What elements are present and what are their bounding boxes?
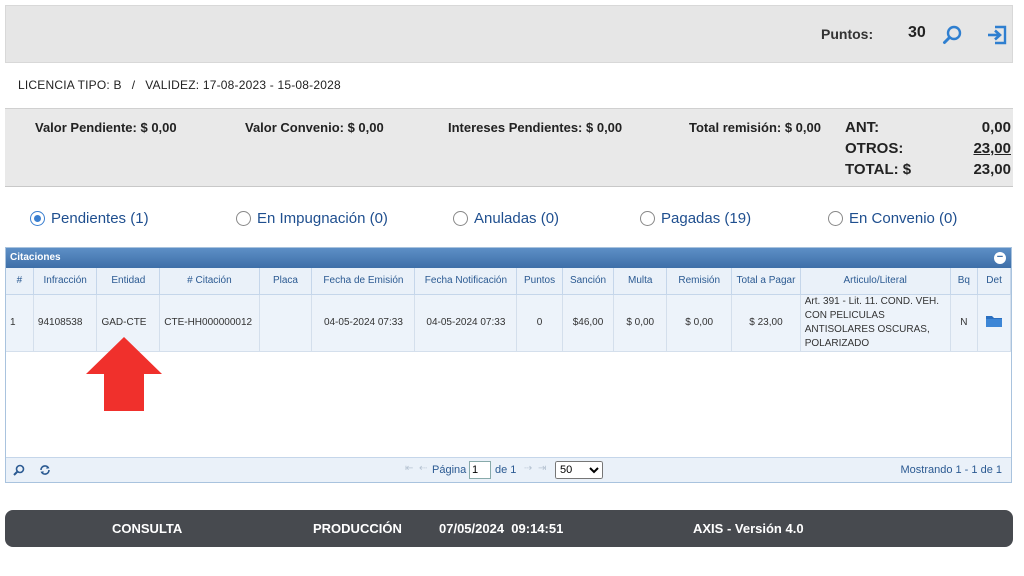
radio-pagadas[interactable]: Pagadas (19) [640, 210, 751, 227]
grid-title: Citaciones [10, 252, 61, 263]
page-of-label: de 1 [495, 464, 517, 476]
total-remision: Total remisión: $ 0,00 [689, 120, 821, 135]
cell-sancion: $46,00 [562, 294, 615, 352]
pagina-label: Página [432, 464, 467, 476]
last-page-icon[interactable]: ⇥ [538, 463, 546, 474]
puntos-label: Puntos: [821, 26, 874, 42]
license-validity: VALIDEZ: 17-08-2023 - 15-08-2028 [145, 78, 341, 92]
grid-pager: ⇤ ⇠ Página de 1 ⇢ ⇥ 50 Mostrando 1 - 1 d… [6, 457, 1011, 482]
cell-bq: N [950, 294, 979, 352]
summary-panel: Valor Pendiente: $ 0,00 Valor Convenio: … [5, 108, 1013, 187]
page-input[interactable] [469, 461, 491, 479]
valor-convenio: Valor Convenio: $ 0,00 [245, 120, 384, 135]
column-header[interactable]: # Citación [159, 268, 260, 295]
folder-icon[interactable] [985, 314, 1003, 331]
radio-icon [453, 211, 468, 226]
top-bar: Puntos: 30 [5, 5, 1013, 63]
column-header[interactable]: Fecha de Emisión [311, 268, 416, 295]
column-header[interactable]: Fecha Notificación [414, 268, 518, 295]
total-row: TOTAL: $ 23,00 [845, 159, 1011, 180]
column-header[interactable]: Total a Pagar [731, 268, 801, 295]
puntos-value: 30 [908, 24, 926, 41]
records-count: Mostrando 1 - 1 de 1 [900, 464, 1002, 476]
radio-impugnacion[interactable]: En Impugnación (0) [236, 210, 388, 227]
radio-icon [236, 211, 251, 226]
column-header[interactable]: Multa [613, 268, 668, 295]
grid-caption: Citaciones − [6, 248, 1011, 268]
ant-row: ANT: 0,00 [845, 117, 1011, 138]
footer-consulta: CONSULTA [112, 521, 183, 536]
radio-icon [640, 211, 655, 226]
search-icon[interactable] [942, 24, 964, 46]
collapse-icon[interactable]: − [994, 252, 1006, 264]
column-header[interactable]: Bq [950, 268, 979, 295]
ant-value: 0,00 [981, 119, 1011, 136]
cell-num: 1 [6, 294, 34, 352]
cell-citacion: CTE-HH000000012 [159, 294, 260, 352]
logout-icon[interactable] [986, 24, 1008, 46]
refresh-icon[interactable] [39, 464, 51, 479]
radio-label: Pagadas (19) [661, 210, 752, 227]
cell-det [977, 294, 1011, 352]
radio-icon [828, 211, 843, 226]
radio-label: En Convenio (0) [849, 210, 958, 227]
license-info: LICENCIA TIPO: B / VALIDEZ: 17-08-2023 - 1… [18, 78, 341, 92]
valor-pendiente: Valor Pendiente: $ 0,00 [35, 120, 177, 135]
footer-datetime: 07/05/2024 09:14:51 [439, 521, 564, 536]
column-header[interactable]: Sanción [562, 268, 615, 295]
radio-convenio[interactable]: En Convenio (0) [828, 210, 957, 227]
column-header[interactable]: # [6, 268, 34, 295]
column-header[interactable]: Articulo/Literal [800, 268, 951, 295]
radio-checked-icon [30, 211, 45, 226]
search-icon[interactable] [13, 464, 25, 479]
red-arrow-annotation [86, 337, 162, 411]
cell-remision: $ 0,00 [666, 294, 733, 352]
otros-label: OTROS: [845, 140, 904, 157]
radio-label: Anuladas (0) [474, 210, 560, 227]
column-header[interactable]: Puntos [516, 268, 563, 295]
next-page-icon[interactable]: ⇢ [524, 463, 532, 474]
intereses-pendientes: Intereses Pendientes: $ 0,00 [448, 120, 623, 135]
prev-page-icon[interactable]: ⇠ [419, 463, 427, 474]
header-row: # Infracción Entidad # Citación Placa Fe… [6, 268, 1011, 295]
column-header[interactable]: Entidad [96, 268, 161, 295]
cell-multa: $ 0,00 [613, 294, 668, 352]
radio-label: Pendientes (1) [51, 210, 149, 227]
total-value: 23,00 [973, 161, 1011, 178]
radio-pendientes[interactable]: Pendientes (1) [30, 210, 149, 227]
cell-puntos: 0 [516, 294, 563, 352]
radio-label: En Impugnación (0) [257, 210, 388, 227]
cell-articulo: Art. 391 - Lit. 11. COND. VEH. CON PELIC… [800, 294, 951, 352]
column-header[interactable]: Det [977, 268, 1011, 295]
footer-version: AXIS - Versión 4.0 [693, 521, 804, 536]
footer-produccion: PRODUCCIÓN [313, 521, 402, 536]
license-type: LICENCIA TIPO: B [18, 78, 122, 92]
status-footer: CONSULTA PRODUCCIÓN 07/05/2024 09:14:51 … [5, 510, 1013, 547]
column-header[interactable]: Remisión [666, 268, 733, 295]
page-size-select[interactable]: 50 [555, 461, 603, 479]
cell-total: $ 23,00 [731, 294, 801, 352]
cell-emision: 04-05-2024 07:33 [311, 294, 416, 352]
first-page-icon[interactable]: ⇤ [405, 463, 413, 474]
column-header[interactable]: Infracción [33, 268, 98, 295]
cell-notificacion: 04-05-2024 07:33 [414, 294, 518, 352]
cell-placa [259, 294, 313, 352]
ant-label: ANT: [845, 119, 880, 136]
total-label: TOTAL: $ [845, 161, 912, 178]
otros-row: OTROS: 23,00 [845, 138, 1011, 159]
license-separator: / [131, 78, 136, 92]
status-filter: Pendientes (1) En Impugnación (0) Anulad… [30, 210, 990, 230]
column-header[interactable]: Placa [259, 268, 313, 295]
radio-anuladas[interactable]: Anuladas (0) [453, 210, 559, 227]
totals-block: ANT: 0,00 OTROS: 23,00 TOTAL: $ 23,00 [845, 117, 1011, 180]
otros-value: 23,00 [973, 140, 1011, 157]
